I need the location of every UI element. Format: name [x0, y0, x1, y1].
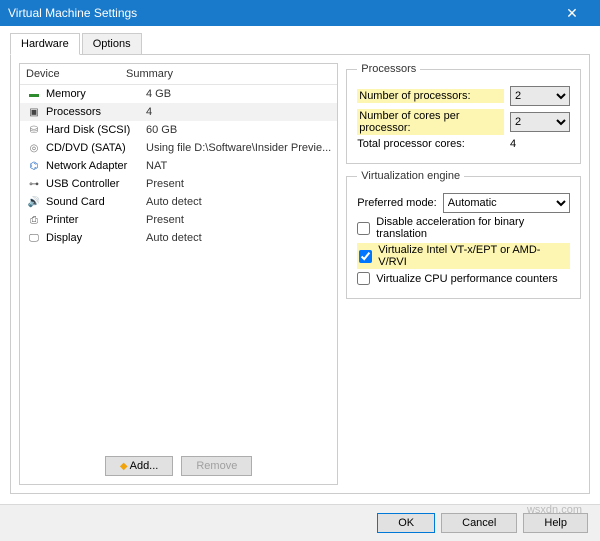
virtualize-vtx-checkbox[interactable] — [359, 250, 372, 263]
device-name: Processors — [46, 106, 142, 118]
processors-group: Processors Number of processors: 2 Numbe… — [346, 63, 581, 164]
tab-hardware[interactable]: Hardware — [10, 33, 80, 55]
col-device: Device — [26, 68, 126, 80]
device-row[interactable]: ⛁ Hard Disk (SCSI) 60 GB — [20, 121, 337, 139]
device-list[interactable]: Device Summary ▬ Memory 4 GB ▣ Processors 4 ⛁ H… — [20, 64, 337, 448]
device-summary: 4 — [146, 106, 331, 118]
device-row[interactable]: 🔊 Sound Card Auto detect — [20, 193, 337, 211]
device-row[interactable]: 🖵 Display Auto detect — [20, 229, 337, 247]
tab-page: Device Summary ▬ Memory 4 GB ▣ Processors 4 ⛁ H… — [10, 54, 590, 494]
virtualize-vtx-row[interactable]: Virtualize Intel VT-x/EPT or AMD-V/RVI — [357, 243, 570, 269]
disable-accel-checkbox[interactable] — [357, 222, 370, 235]
num-processors-select[interactable]: 2 — [510, 86, 570, 106]
help-button[interactable]: Help — [523, 513, 588, 533]
virtualize-cpu-counters-label: Virtualize CPU performance counters — [376, 273, 557, 285]
device-name: Hard Disk (SCSI) — [46, 124, 142, 136]
ok-button[interactable]: OK — [377, 513, 435, 533]
cores-per-processor-label: Number of cores per processor: — [357, 109, 504, 135]
device-name: Printer — [46, 214, 142, 226]
device-summary: Auto detect — [146, 232, 331, 244]
col-summary: Summary — [126, 68, 173, 80]
close-button[interactable]: ✕ — [552, 0, 592, 26]
device-icon: 🔊 — [26, 195, 42, 209]
device-name: Network Adapter — [46, 160, 142, 172]
device-panel: Device Summary ▬ Memory 4 GB ▣ Processors 4 ⛁ H… — [19, 63, 338, 485]
device-name: Sound Card — [46, 196, 142, 208]
num-processors-label: Number of processors: — [357, 89, 504, 103]
device-icon: 🖵 — [26, 231, 42, 245]
device-icon: ◎ — [26, 141, 42, 155]
watermark: wsxdn.com — [527, 504, 582, 516]
device-summary: 60 GB — [146, 124, 331, 136]
cancel-button[interactable]: Cancel — [441, 513, 517, 533]
device-summary: Present — [146, 214, 331, 226]
device-name: USB Controller — [46, 178, 142, 190]
total-cores-label: Total processor cores: — [357, 138, 504, 150]
device-summary: Auto detect — [146, 196, 331, 208]
dialog-footer: OK Cancel Help — [0, 504, 600, 541]
device-icon: ▣ — [26, 105, 42, 119]
virtualize-cpu-counters-row[interactable]: Virtualize CPU performance counters — [357, 272, 570, 285]
disable-accel-label: Disable acceleration for binary translat… — [376, 216, 570, 240]
device-buttons: ◆Add... Remove — [20, 448, 337, 484]
device-row[interactable]: ⌬ Network Adapter NAT — [20, 157, 337, 175]
virtualization-legend: Virtualization engine — [357, 170, 464, 182]
device-name: Display — [46, 232, 142, 244]
add-button[interactable]: ◆Add... — [105, 456, 173, 476]
device-row[interactable]: ◎ CD/DVD (SATA) Using file D:\Software\Ins… — [20, 139, 337, 157]
titlebar: Virtual Machine Settings ✕ — [0, 0, 600, 26]
device-row[interactable]: ▣ Processors 4 — [20, 103, 337, 121]
virtualize-cpu-counters-checkbox[interactable] — [357, 272, 370, 285]
device-icon: ⊶ — [26, 177, 42, 191]
device-name: CD/DVD (SATA) — [46, 142, 142, 154]
remove-button: Remove — [181, 456, 252, 476]
device-icon: ⎙ — [26, 213, 42, 227]
disable-accel-row[interactable]: Disable acceleration for binary translat… — [357, 216, 570, 240]
device-summary: 4 GB — [146, 88, 331, 100]
shield-icon: ◆ — [120, 461, 128, 472]
device-name: Memory — [46, 88, 142, 100]
device-icon: ⌬ — [26, 159, 42, 173]
device-icon: ⛁ — [26, 123, 42, 137]
total-cores-value: 4 — [510, 138, 570, 150]
device-row[interactable]: ⊶ USB Controller Present — [20, 175, 337, 193]
tabstrip: Hardware Options — [0, 26, 600, 54]
device-list-header: Device Summary — [20, 64, 337, 85]
cores-per-processor-select[interactable]: 2 — [510, 112, 570, 132]
device-icon: ▬ — [26, 87, 42, 101]
preferred-mode-label: Preferred mode: — [357, 197, 436, 209]
device-summary: Using file D:\Software\Insider Previe... — [146, 142, 331, 154]
virtualization-group: Virtualization engine Preferred mode: Au… — [346, 170, 581, 299]
settings-panel: Processors Number of processors: 2 Numbe… — [346, 63, 581, 485]
virtualize-vtx-label: Virtualize Intel VT-x/EPT or AMD-V/RVI — [378, 244, 568, 268]
preferred-mode-select[interactable]: Automatic — [443, 193, 570, 213]
processors-legend: Processors — [357, 63, 420, 75]
device-summary: Present — [146, 178, 331, 190]
tab-options[interactable]: Options — [82, 33, 142, 55]
window-title: Virtual Machine Settings — [8, 6, 137, 20]
device-summary: NAT — [146, 160, 331, 172]
device-row[interactable]: ▬ Memory 4 GB — [20, 85, 337, 103]
device-row[interactable]: ⎙ Printer Present — [20, 211, 337, 229]
